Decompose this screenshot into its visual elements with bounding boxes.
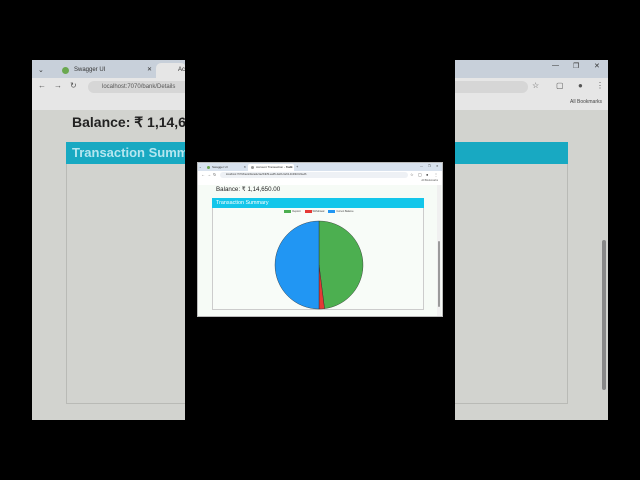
close-icon[interactable]: ✕: [289, 164, 292, 171]
bg-scrollbar[interactable]: [602, 240, 606, 390]
tab-bar: ⌄ Swagger UI ✕ Account Transaction - Ban…: [198, 163, 442, 171]
tab-search-icon[interactable]: ⌄: [38, 63, 46, 78]
extensions-icon[interactable]: ▢: [556, 81, 564, 90]
legend-label: Deposit: [292, 210, 301, 213]
window-close-icon[interactable]: ✕: [436, 164, 439, 168]
swagger-favicon-icon: [207, 166, 210, 169]
legend-label: Withdrawal: [312, 210, 325, 213]
back-icon[interactable]: ←: [201, 172, 205, 177]
all-bookmarks[interactable]: All Bookmarks: [421, 179, 438, 182]
reload-icon[interactable]: ↻: [70, 81, 77, 90]
profile-avatar-icon[interactable]: ●: [426, 172, 428, 177]
tab-account-transaction[interactable]: Account Transaction - Bank ✕: [248, 164, 294, 171]
legend-item[interactable]: Withdrawal: [304, 210, 325, 213]
bg-tab-swagger[interactable]: Swagger UI ✕: [52, 63, 156, 78]
bg-tab-label: Swagger UI: [74, 67, 106, 73]
bg-balance-text: Balance: ₹ 1,14,650: [72, 114, 202, 130]
tab-swagger[interactable]: Swagger UI ✕: [204, 164, 248, 171]
legend-swatch: [284, 210, 292, 213]
forward-icon[interactable]: →: [207, 172, 211, 177]
legend-item[interactable]: Deposit: [284, 210, 301, 213]
browser-window: ⌄ Swagger UI ✕ Account Transaction - Ban…: [198, 163, 442, 316]
minimize-icon[interactable]: —: [552, 62, 559, 69]
restore-icon[interactable]: ❐: [573, 62, 579, 70]
back-icon[interactable]: ←: [38, 81, 46, 90]
extensions-icon[interactable]: ▢: [418, 172, 422, 177]
close-icon[interactable]: ✕: [243, 164, 246, 171]
balance-text: Balance: ₹ 1,14,650.00: [216, 186, 281, 193]
menu-icon[interactable]: ⋮: [434, 172, 438, 177]
tab-label: Swagger UI: [212, 165, 228, 169]
restore-icon[interactable]: ❐: [428, 164, 431, 168]
tab-label: Account Transaction - Bank: [256, 165, 293, 169]
star-icon[interactable]: ☆: [410, 172, 414, 177]
toolbar: ← → ↻ localhost:7070/bank/Details/1ac54b…: [198, 171, 442, 179]
reload-icon[interactable]: ↻: [213, 172, 216, 177]
new-tab-icon[interactable]: +: [296, 164, 298, 169]
legend-swatch: [304, 210, 312, 213]
bg-tab-account[interactable]: Acco: [156, 63, 191, 78]
legend-swatch: [328, 210, 336, 213]
swagger-favicon-icon: [62, 67, 69, 74]
page-content: Balance: ₹ 1,14,650.00 Transaction Summa…: [198, 185, 442, 316]
menu-icon[interactable]: ⋮: [596, 81, 604, 90]
pie-slice-deposit[interactable]: [318, 220, 364, 309]
scrollbar-thumb[interactable]: [438, 241, 440, 307]
legend-item[interactable]: Current Balance: [328, 210, 354, 213]
address-bar[interactable]: localhost:7070/bank/Details/1ac54b5f-ea9…: [220, 172, 408, 178]
transaction-summary-card: Deposit Withdrawal Current Balance: [212, 208, 424, 310]
forward-icon[interactable]: →: [54, 81, 62, 90]
minimize-icon[interactable]: —: [420, 164, 423, 168]
pie-chart: [274, 220, 364, 310]
bg-all-bookmarks[interactable]: All Bookmarks: [570, 99, 602, 105]
legend-label: Current Balance: [336, 210, 354, 213]
transaction-summary-header: Transaction Summary: [212, 198, 424, 208]
profile-avatar-icon[interactable]: ●: [578, 81, 583, 90]
chart-legend: Deposit Withdrawal Current Balance: [213, 210, 425, 213]
close-icon[interactable]: ✕: [147, 63, 152, 78]
page-favicon-icon: [251, 166, 254, 169]
window-close-icon[interactable]: ✕: [594, 62, 600, 70]
pie-slice-current-balance[interactable]: [274, 220, 320, 310]
star-icon[interactable]: ☆: [532, 81, 539, 90]
